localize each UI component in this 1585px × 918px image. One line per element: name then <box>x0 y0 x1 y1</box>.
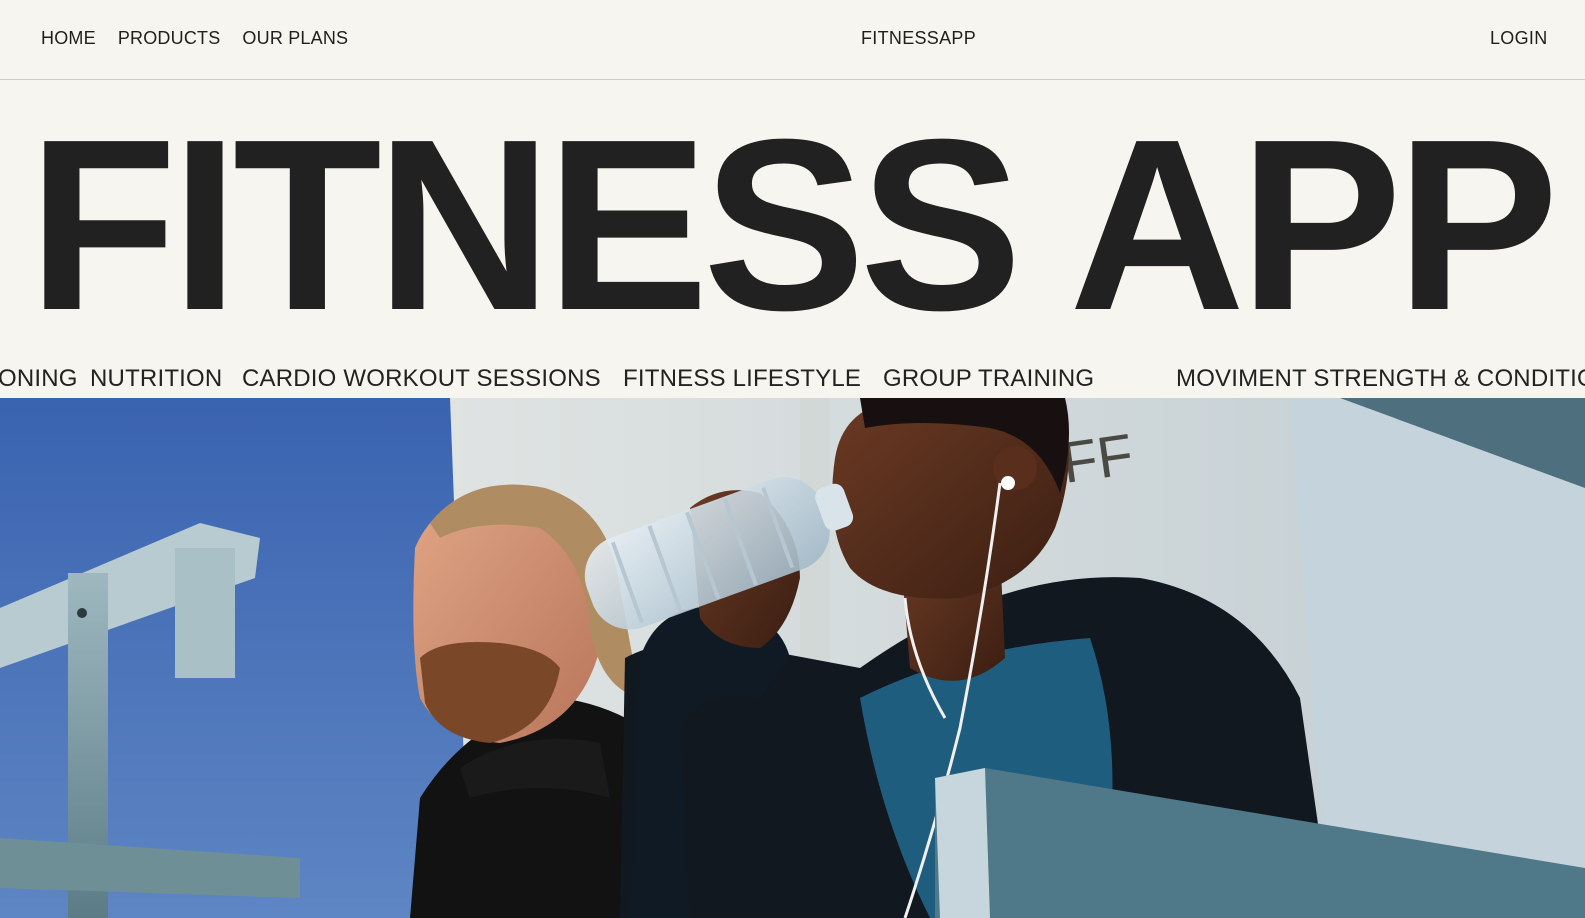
marquee-item-strength: MOVIMENT STRENGTH & CONDITIO <box>1176 365 1585 392</box>
primary-nav: HOME PRODUCTS OUR PLANS <box>41 28 348 49</box>
marquee-item-nutrition: NUTRITION <box>90 365 223 392</box>
hero-photo: FF <box>0 398 1585 918</box>
earbud <box>1001 476 1015 490</box>
top-navbar: HOME PRODUCTS OUR PLANS FITNESSAPP LOGIN <box>0 0 1585 80</box>
nav-link-home[interactable]: HOME <box>41 28 96 49</box>
marquee-item-conditioning: ONING <box>0 365 78 392</box>
category-marquee: ONING NUTRITION CARDIO WORKOUT SESSIONS … <box>0 360 1585 398</box>
nav-link-our-plans[interactable]: OUR PLANS <box>242 28 348 49</box>
hero-title: FITNESS APP <box>28 88 1559 361</box>
marquee-item-cardio: CARDIO WORKOUT SESSIONS <box>242 365 601 392</box>
railing-post-2 <box>175 548 235 678</box>
marquee-item-group-training: GROUP TRAINING <box>883 365 1095 392</box>
login-link[interactable]: LOGIN <box>1490 28 1548 49</box>
foreground-rail-top <box>935 768 990 918</box>
nav-link-products[interactable]: PRODUCTS <box>118 28 221 49</box>
brand-logo-link[interactable]: FITNESSAPP <box>861 28 976 49</box>
railing-bolt <box>77 608 87 618</box>
marquee-item-lifestyle: FITNESS LIFESTYLE <box>623 365 862 392</box>
tower-sign-text: FF <box>1058 422 1137 496</box>
